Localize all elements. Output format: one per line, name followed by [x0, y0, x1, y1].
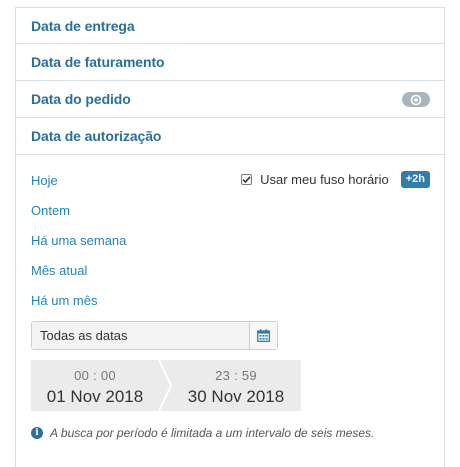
range-end-time: 23 : 59: [215, 368, 257, 383]
timezone-option: Usar meu fuso horário +2h: [241, 171, 430, 188]
quick-link-last-week[interactable]: Há uma semana: [31, 233, 126, 248]
accordion-item-delivery-date[interactable]: Data de entrega: [16, 8, 444, 44]
quick-link-current-month[interactable]: Mês atual: [31, 263, 87, 278]
calendar-icon[interactable]: [249, 322, 277, 349]
quick-link-last-month[interactable]: Há um mês: [31, 293, 97, 308]
accordion-item-authorization-date[interactable]: Data de autorização: [16, 118, 444, 155]
period-limit-text: A busca por período é limitada a um inte…: [50, 426, 375, 440]
range-end-date: 30 Nov 2018: [187, 387, 285, 406]
eye-icon[interactable]: [402, 92, 430, 107]
date-range-select-value: Todas as datas: [32, 322, 249, 349]
accordion-item-order-date[interactable]: Data do pedido: [16, 81, 444, 118]
range-start-date: 01 Nov 2018: [46, 387, 144, 406]
timezone-checkbox[interactable]: [241, 174, 253, 185]
range-start[interactable]: 00 : 00 01 Nov 2018: [31, 360, 159, 411]
quick-link-today[interactable]: Hoje: [31, 173, 58, 188]
date-range-display: 00 : 00 01 Nov 2018 23 : 59 30 Nov 2018: [31, 360, 301, 411]
range-end[interactable]: 23 : 59 30 Nov 2018: [171, 360, 301, 411]
accordion-item-label: Data de autorização: [31, 128, 162, 144]
period-limit-note: i A busca por período é limitada a um in…: [31, 426, 374, 440]
accordion-item-label: Data de faturamento: [31, 54, 165, 70]
accordion-item-label: Data do pedido: [31, 91, 131, 107]
range-start-time: 00 : 00: [74, 368, 116, 383]
date-range-select[interactable]: Todas as datas: [31, 321, 278, 350]
info-icon: i: [31, 427, 43, 439]
quick-link-yesterday[interactable]: Ontem: [31, 203, 70, 218]
date-filter-panel: Data de entrega Data de faturamento Data…: [15, 7, 445, 467]
timezone-offset-badge: +2h: [400, 171, 430, 188]
timezone-label[interactable]: Usar meu fuso horário: [260, 172, 389, 187]
check-icon: [242, 176, 251, 184]
accordion-item-billing-date[interactable]: Data de faturamento: [16, 44, 444, 81]
accordion-item-label: Data de entrega: [31, 17, 135, 34]
